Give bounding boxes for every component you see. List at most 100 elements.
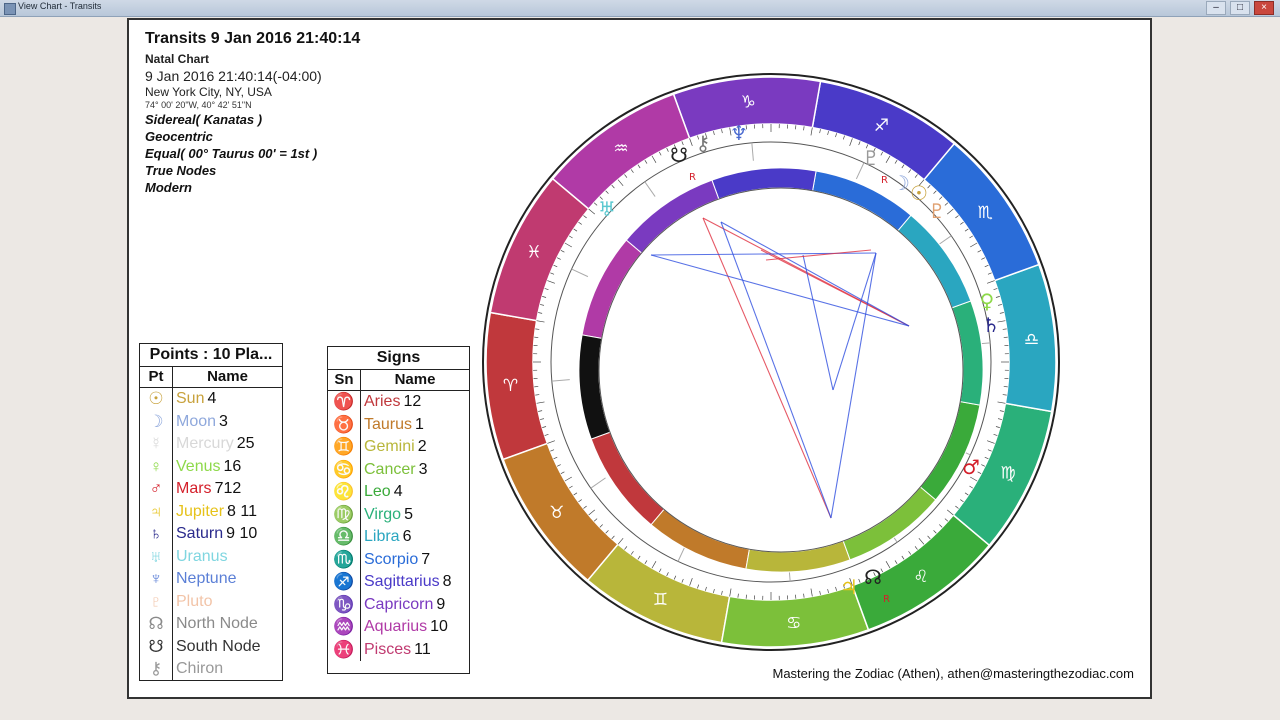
planet-glyph-icon: ♇ bbox=[928, 199, 946, 223]
zodiac-sign-icon: ♈ bbox=[503, 376, 518, 396]
sign-house-numbers: 3 bbox=[418, 460, 428, 478]
sign-row-virgo: Virgo 5 bbox=[361, 504, 469, 527]
point-glyph-sun-icon: ☉ bbox=[148, 389, 164, 408]
sign-name: Cancer bbox=[364, 460, 416, 478]
sign-row-aquarius: Aquarius 10 bbox=[361, 616, 469, 639]
sign-name: Aries bbox=[364, 393, 401, 410]
point-row-neptune: Neptune bbox=[173, 568, 282, 591]
point-row-north-node: North Node bbox=[173, 613, 282, 636]
sign-name: Libra bbox=[364, 528, 400, 545]
inner-circle bbox=[598, 187, 964, 553]
sign-row-gemini: Gemini 2 bbox=[361, 436, 469, 459]
point-name: Mercury bbox=[176, 435, 234, 452]
sign-glyph-sagittarius-icon: ♐ bbox=[333, 572, 355, 591]
points-col-pt: Pt bbox=[140, 367, 173, 387]
point-house-numbers: 25 bbox=[236, 435, 255, 452]
point-name: Venus bbox=[176, 457, 221, 475]
point-name: Sun bbox=[176, 390, 205, 407]
point-name: Uranus bbox=[176, 547, 228, 565]
zodiac-sign-icon: ♎ bbox=[1024, 330, 1039, 350]
sign-name: Aquarius bbox=[364, 618, 428, 635]
sign-row-aries: Aries 12 bbox=[361, 391, 469, 414]
point-row-south-node: South Node bbox=[173, 636, 282, 659]
point-name: Chiron bbox=[176, 660, 224, 677]
sign-row-capricorn: Capricorn 9 bbox=[361, 594, 469, 617]
point-house-numbers: 16 bbox=[223, 457, 242, 475]
chart-place: New York City, NY, USA bbox=[145, 85, 272, 99]
signs-col-sn: Sn bbox=[328, 370, 361, 390]
planet-glyph-icon: ♇ bbox=[862, 146, 880, 170]
point-glyph-uranus-icon: ♅ bbox=[149, 546, 163, 566]
point-name: North Node bbox=[176, 615, 258, 632]
sign-name: Scorpio bbox=[364, 550, 419, 568]
sign-name: Gemini bbox=[364, 438, 415, 455]
point-glyph-jupiter-icon: ♃ bbox=[149, 501, 163, 521]
zodiac-sign-icon: ♍ bbox=[1000, 464, 1015, 484]
point-glyph-neptune-icon: ♆ bbox=[149, 569, 163, 588]
sign-house-numbers: 4 bbox=[393, 483, 403, 500]
chart-houses: Equal( 00° Taurus 00' = 1st ) bbox=[145, 146, 318, 161]
sign-house-numbers: 9 bbox=[436, 595, 446, 613]
point-name: Pluto bbox=[176, 592, 213, 610]
sign-name: Leo bbox=[364, 483, 391, 500]
sign-glyph-aries-icon: ♈ bbox=[333, 392, 355, 411]
points-table: Points : 10 Pla... Pt Name ☉ ☽ ☿ ♀ ♂ ♃ ♄ ♅ ♆ ♇ ☊ ☋ ⚷… bbox=[139, 343, 283, 681]
sign-name: Taurus bbox=[364, 415, 413, 433]
credit-text: Mastering the Zodiac (Athen), athen@mast… bbox=[772, 666, 1135, 681]
point-name: South Node bbox=[176, 637, 261, 655]
sign-glyph-pisces-icon: ♓ bbox=[333, 639, 355, 659]
points-table-caption: Points : 10 Pla... bbox=[140, 344, 282, 367]
chart-center: Geocentric bbox=[145, 129, 213, 144]
zodiac-sign-icon: ♉ bbox=[549, 503, 564, 523]
sign-glyph-taurus-icon: ♉ bbox=[333, 414, 355, 434]
planet-glyph-icon: ☊ bbox=[864, 565, 882, 589]
point-glyph-pluto-icon: ♇ bbox=[149, 591, 163, 611]
sign-house-numbers: 12 bbox=[403, 393, 422, 410]
sign-name: Virgo bbox=[364, 505, 402, 523]
sign-name: Capricorn bbox=[364, 595, 434, 613]
sign-row-taurus: Taurus 1 bbox=[361, 414, 469, 437]
sign-name: Sagittarius bbox=[364, 573, 440, 590]
chart-rulership: Modern bbox=[145, 180, 192, 195]
retrograde-mark: R bbox=[881, 175, 888, 186]
sign-house-numbers: 5 bbox=[404, 505, 413, 523]
sign-glyph-gemini-icon: ♊ bbox=[333, 437, 355, 456]
sign-glyph-scorpio-icon: ♏ bbox=[333, 549, 355, 569]
sign-house-numbers: 10 bbox=[430, 618, 448, 635]
point-glyph-south-node-icon: ☋ bbox=[148, 636, 164, 656]
sign-house-numbers: 1 bbox=[415, 415, 424, 433]
minimize-button[interactable]: – bbox=[1206, 1, 1226, 15]
point-glyph-mars-icon: ♂ bbox=[149, 479, 163, 498]
sign-row-cancer: Cancer 3 bbox=[361, 459, 469, 482]
chart-nodes: True Nodes bbox=[145, 163, 217, 178]
planet-glyph-icon: ♄ bbox=[982, 313, 1000, 337]
sign-glyph-libra-icon: ♎ bbox=[333, 527, 355, 546]
point-house-numbers: 8 11 bbox=[227, 502, 257, 520]
chart-panel: Transits 9 Jan 2016 21:40:14 Natal Chart… bbox=[127, 18, 1152, 699]
point-name: Saturn bbox=[176, 525, 224, 542]
point-house-numbers: 712 bbox=[214, 480, 242, 497]
point-row-sun: Sun 4 bbox=[173, 388, 282, 411]
sign-row-leo: Leo 4 bbox=[361, 481, 469, 504]
maximize-button[interactable]: □ bbox=[1230, 1, 1250, 15]
sign-glyph-leo-icon: ♌ bbox=[333, 482, 355, 501]
planet-glyph-icon: ♆ bbox=[730, 121, 748, 145]
point-glyph-venus-icon: ♀ bbox=[149, 456, 163, 476]
point-row-chiron: Chiron bbox=[173, 658, 282, 681]
sign-row-pisces: Pisces 11 bbox=[361, 639, 469, 662]
planet-glyph-icon: ♀ bbox=[980, 289, 995, 313]
chart-coords: 74° 00' 20"W, 40° 42' 51"N bbox=[145, 100, 252, 110]
sign-house-numbers: 6 bbox=[402, 528, 412, 545]
planet-glyph-icon: ☋ bbox=[670, 143, 688, 167]
point-row-venus: Venus 16 bbox=[173, 456, 282, 479]
sign-house-numbers: 7 bbox=[421, 550, 431, 568]
sign-glyph-aquarius-icon: ♒ bbox=[333, 617, 355, 636]
point-name: Moon bbox=[176, 412, 217, 430]
point-row-mercury: Mercury 25 bbox=[173, 433, 282, 456]
point-row-saturn: Saturn 9 10 bbox=[173, 523, 282, 546]
point-house-numbers: 4 bbox=[207, 390, 217, 407]
close-button[interactable]: × bbox=[1254, 1, 1274, 15]
point-glyph-moon-icon: ☽ bbox=[148, 411, 164, 431]
sign-row-scorpio: Scorpio 7 bbox=[361, 549, 469, 572]
point-glyph-saturn-icon: ♄ bbox=[149, 524, 163, 543]
